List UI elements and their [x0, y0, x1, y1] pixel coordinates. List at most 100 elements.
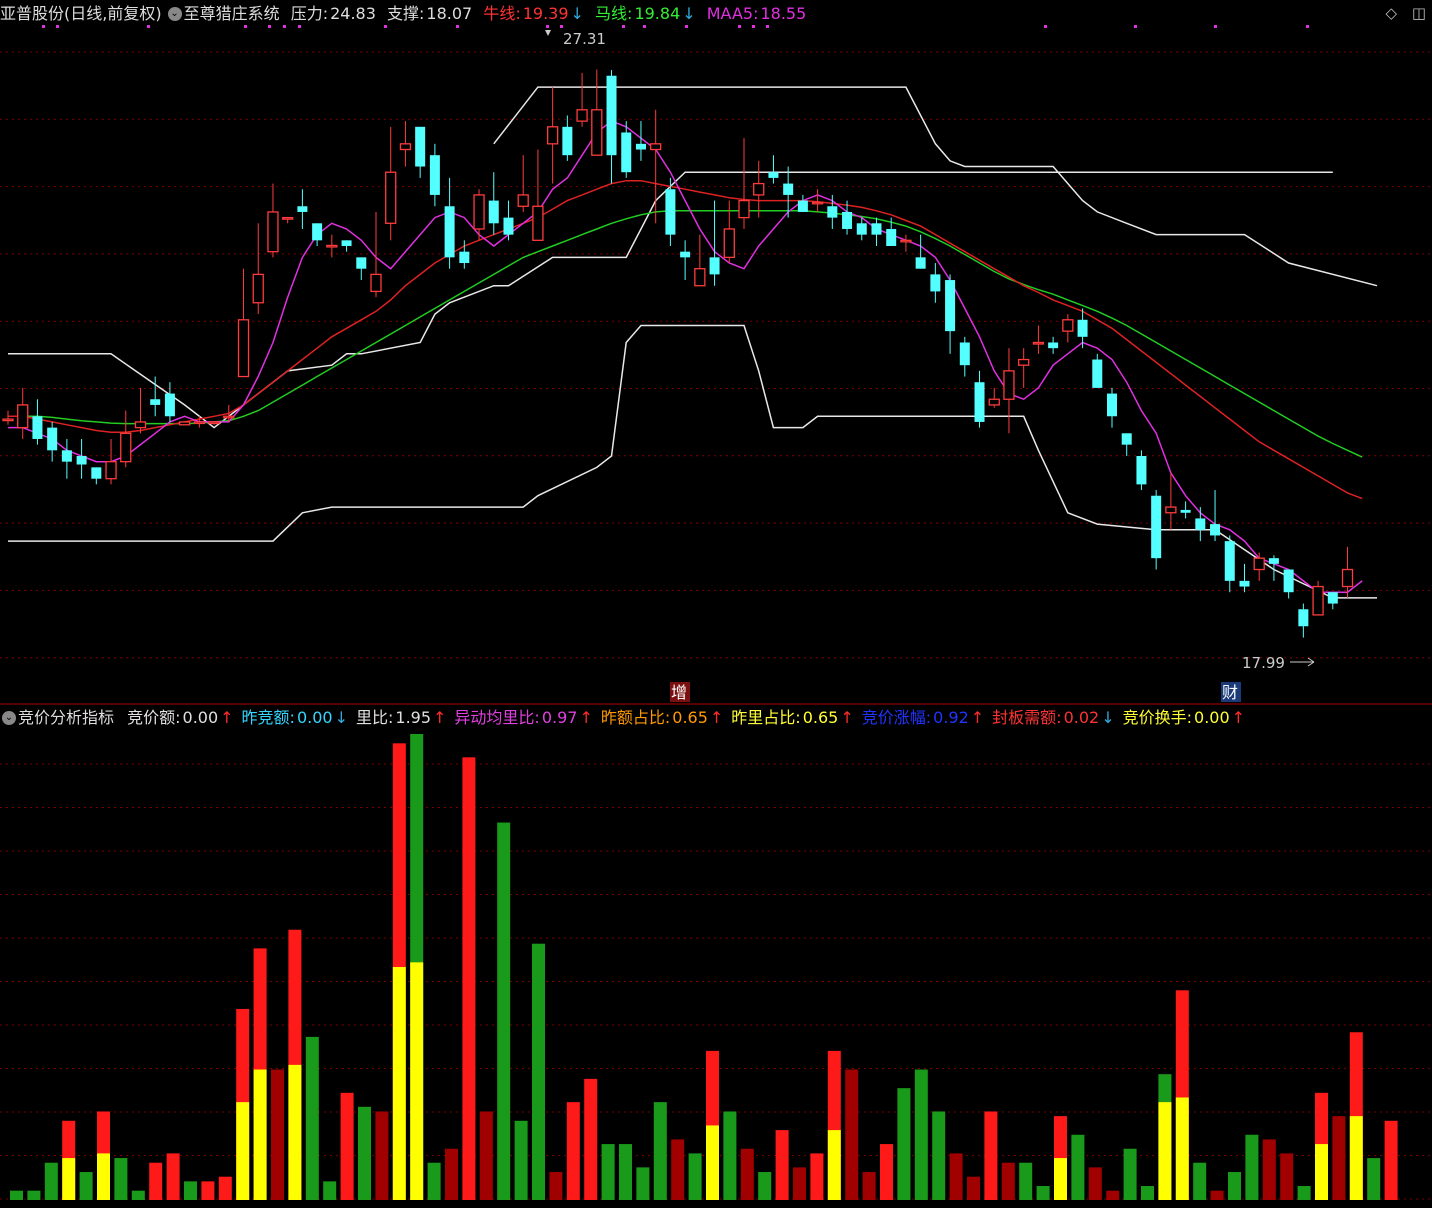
arrow-up-icon: ↑: [970, 708, 985, 727]
volume-bars[interactable]: [10, 734, 1398, 1200]
candle-body: [473, 194, 485, 230]
candle-body: [2, 418, 14, 422]
candle-body: [886, 228, 897, 246]
volume-bar: [427, 1162, 441, 1200]
candle-body: [61, 450, 72, 462]
volume-bar: [984, 1111, 998, 1200]
candlesticks[interactable]: [2, 69, 1354, 638]
chart-canvas[interactable]: 27.31 17.99 增 财: [0, 0, 1432, 1208]
candle-body: [444, 206, 455, 258]
high-arrow-icon: [545, 30, 551, 36]
system-name[interactable]: 至尊猎庄系统: [184, 4, 280, 23]
ma-red-line: [8, 179, 1363, 500]
candle-body: [665, 189, 676, 235]
low-price-label: 17.99: [1242, 654, 1285, 672]
volume-bar: [1384, 1120, 1398, 1200]
volume-bar: [1210, 1190, 1224, 1200]
candle-body: [680, 251, 691, 258]
indicator-label: 昨竞额:: [241, 708, 295, 727]
indicator-label: 昨额占比:: [600, 708, 671, 727]
volume-bar: [880, 1144, 893, 1200]
candle-body: [1121, 433, 1132, 445]
mark-cai: 财: [1222, 683, 1238, 702]
candle-body: [1003, 370, 1015, 400]
volume-bar: [166, 1153, 180, 1200]
candle-body: [1018, 358, 1030, 366]
chevron-down-icon[interactable]: ⌄: [167, 6, 182, 21]
volume-bar: [1280, 1153, 1294, 1200]
candle-body: [1092, 359, 1103, 388]
candle-body: [1312, 585, 1324, 616]
candle-body: [694, 268, 706, 287]
indicator-label: 竞价涨幅:: [861, 708, 932, 727]
volume-bar: [1071, 1134, 1085, 1200]
volume-bar: [1141, 1186, 1154, 1200]
volume-bar: [723, 1111, 737, 1200]
candle-body: [1195, 518, 1206, 530]
volume-bar: [688, 1153, 702, 1200]
window-icon[interactable]: ◫: [1412, 4, 1426, 22]
volume-bar-auction: [236, 1102, 250, 1200]
candle-body: [297, 206, 308, 212]
volume-bar: [131, 1190, 145, 1200]
candle-body: [1327, 592, 1338, 604]
volume-bar: [114, 1158, 128, 1200]
volume-bar: [845, 1069, 859, 1200]
candle-body: [871, 223, 882, 235]
candle-body: [988, 398, 1000, 406]
volume-bar: [775, 1130, 789, 1200]
candle-body: [1283, 569, 1294, 593]
indicator-value: 0.97: [541, 708, 578, 727]
candle-body: [591, 109, 603, 156]
price-grid: [0, 51, 1432, 659]
arrow-down-icon: ↓: [334, 708, 348, 727]
candle-body: [827, 206, 838, 218]
pressure-support-band: [8, 86, 1378, 599]
candle-body: [459, 251, 470, 264]
candle-body: [1180, 509, 1191, 513]
volume-bar: [1245, 1134, 1259, 1200]
candle-body: [930, 274, 941, 292]
candle-body: [415, 126, 426, 167]
bull-value: 19.39: [522, 4, 569, 23]
diamond-icon[interactable]: ◇: [1385, 4, 1397, 22]
volume-bar: [671, 1139, 685, 1200]
candle-body: [32, 416, 43, 439]
volume-bar-auction: [1315, 1144, 1328, 1200]
volume-bar: [323, 1181, 337, 1200]
volume-bar: [653, 1102, 667, 1200]
candle-body: [900, 239, 912, 243]
volume-bar-auction: [1158, 1102, 1172, 1200]
volume-bar-auction: [1349, 1116, 1363, 1200]
arrow-down-icon: ↓: [682, 4, 696, 23]
volume-bar: [532, 943, 545, 1200]
support-label: 支撑:: [387, 4, 425, 23]
bull-label: 牛线:: [483, 4, 521, 23]
maa5-label: MAA5:: [706, 4, 759, 23]
stock-title[interactable]: 亚普股份(日线,前复权): [0, 4, 162, 23]
volume-bar: [601, 1144, 615, 1200]
candle-body: [399, 143, 412, 151]
volume-bar: [1262, 1139, 1276, 1200]
candle-body: [517, 194, 529, 207]
chevron-down-icon[interactable]: ⌄: [2, 710, 16, 725]
candle-body: [91, 467, 102, 479]
volume-bar: [462, 757, 476, 1200]
candle-body: [488, 200, 499, 224]
volume-bar: [1019, 1162, 1033, 1200]
volume-bar: [1123, 1148, 1137, 1200]
candle-body: [915, 257, 926, 269]
candle-body: [208, 421, 220, 425]
candle-body: [1032, 341, 1045, 345]
candle-body: [1165, 506, 1177, 514]
volume-bar: [218, 1176, 232, 1200]
volume-bar: [1228, 1172, 1241, 1200]
indicator-label: 竞价换手:: [1122, 708, 1193, 727]
volume-bar: [949, 1153, 963, 1200]
volume-bar: [1297, 1186, 1311, 1200]
volume-bar: [1106, 1190, 1120, 1200]
indicator-name[interactable]: 竞价分析指标: [18, 708, 114, 727]
candle-body: [709, 257, 720, 275]
candle-body: [1224, 541, 1235, 581]
volume-bar-auction: [97, 1153, 110, 1200]
